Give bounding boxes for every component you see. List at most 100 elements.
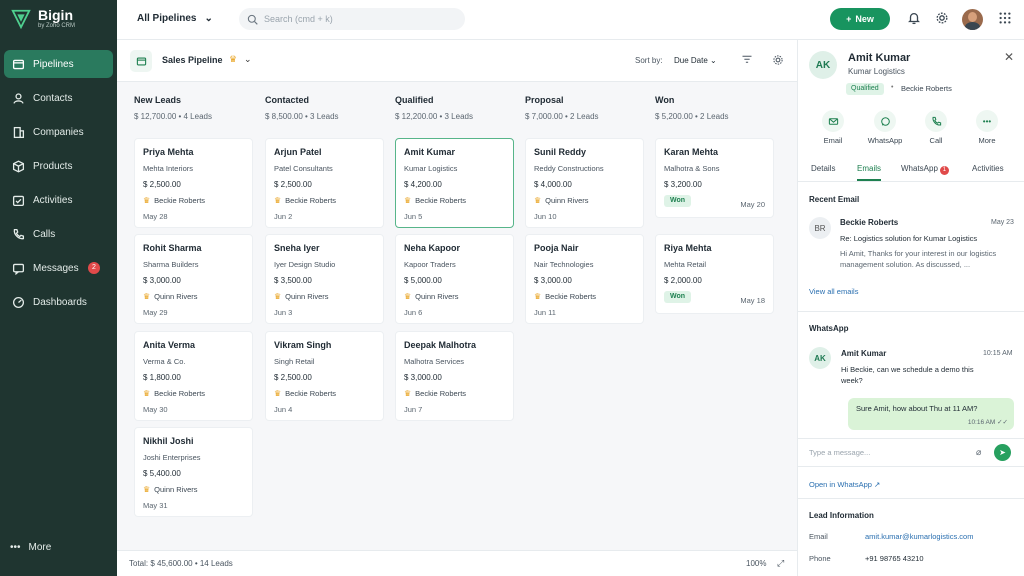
crown-icon: ♛ xyxy=(143,485,151,494)
lead-card[interactable]: Riya Mehta Mehta Retail $ 2,000.00 Won Ma… xyxy=(655,234,774,314)
stage-summary: $ 7,000.00 • 2 Leads xyxy=(525,112,599,121)
sidebar-more[interactable]: ••• More xyxy=(10,542,51,553)
lead-card[interactable]: Rohit Sharma Sharma Builders $ 3,000.00 ♛… xyxy=(134,234,253,324)
call-action-button[interactable]: Call xyxy=(914,110,958,145)
sidebar-item-contacts[interactable]: Contacts xyxy=(4,84,113,112)
lead-card-name: Deepak Malhotra xyxy=(404,340,477,350)
lead-card[interactable]: Arjun Patel Patel Consultants $ 2,500.00… xyxy=(265,138,384,228)
lead-card-name: Priya Mehta xyxy=(143,147,194,157)
sidebar-item-pipelines[interactable]: Pipelines xyxy=(4,50,113,78)
lead-card-amount: $ 5,000.00 xyxy=(404,276,442,285)
more-action-button[interactable]: ••• More xyxy=(965,110,1009,145)
lead-company[interactable]: Kumar Logistics xyxy=(848,67,905,76)
lead-card-company: Sharma Builders xyxy=(143,260,199,269)
divider xyxy=(798,498,1024,499)
sidebar-item-messages[interactable]: Messages 2 xyxy=(4,254,113,282)
view-all-emails-link[interactable]: View all emails xyxy=(809,287,858,296)
lead-card[interactable]: Sneha Iyer Iyer Design Studio $ 3,500.00… xyxy=(265,234,384,324)
lead-card-owner: ♛ Beckie Roberts xyxy=(143,196,205,205)
brand[interactable]: Bigin by Zoho CRM xyxy=(10,8,75,30)
sidebar-item-label: Activities xyxy=(33,194,73,206)
owner-name: Beckie Roberts xyxy=(154,389,206,398)
lead-card[interactable]: Priya Mehta Mehta Interiors $ 2,500.00 ♛ B… xyxy=(134,138,253,228)
message-input[interactable]: Type a message... xyxy=(809,444,989,462)
pipeline-name[interactable]: Sales Pipeline xyxy=(162,55,223,65)
crown-icon: ♛ xyxy=(143,389,151,398)
lead-detail-panel: AK Amit Kumar Kumar Logistics ✕ Qualifie… xyxy=(797,40,1024,576)
messages-badge: 2 xyxy=(88,262,100,274)
expand-icon[interactable]: ⤢ xyxy=(777,558,784,569)
lead-card-name: Pooja Nair xyxy=(534,243,579,253)
sidebar-item-label: Companies xyxy=(33,126,84,138)
lead-card-owner: ♛ Beckie Roberts xyxy=(404,196,466,205)
info-email-key: Email xyxy=(809,532,828,541)
settings-button[interactable] xyxy=(935,11,951,27)
attach-icon[interactable]: ⌀ xyxy=(976,447,981,458)
lead-card-name: Nikhil Joshi xyxy=(143,436,194,446)
new-button[interactable]: + New xyxy=(830,8,890,30)
lead-card-company: Joshi Enterprises xyxy=(143,453,201,462)
chevron-down-icon: ⌄ xyxy=(204,13,213,24)
sidebar-item-companies[interactable]: Companies xyxy=(4,118,113,146)
sidebar-item-activities[interactable]: Activities xyxy=(4,186,113,214)
tab-activities[interactable]: Activities xyxy=(972,164,1004,173)
zoom-level[interactable]: 100% xyxy=(746,559,766,568)
email-action-button[interactable]: Email xyxy=(811,110,855,145)
lead-card-name: Rohit Sharma xyxy=(143,243,202,253)
lead-card[interactable]: Anita Verma Verma & Co. $ 1,800.00 ♛ Becki… xyxy=(134,331,253,421)
lead-card[interactable]: Pooja Nair Nair Technologies $ 3,000.00 ♛… xyxy=(525,234,644,324)
tab-whatsapp[interactable]: WhatsApp 1 xyxy=(901,164,949,175)
whatsapp-sender: Amit Kumar xyxy=(841,349,887,358)
lead-card-company: Malhotra Services xyxy=(404,357,465,366)
board-settings-button[interactable] xyxy=(772,54,784,66)
crown-icon: ♛ xyxy=(143,292,151,301)
lead-card[interactable]: Deepak Malhotra Malhotra Services $ 3,00… xyxy=(395,331,514,421)
sidebar-item-dashboards[interactable]: Dashboards xyxy=(4,288,113,316)
avatar-body xyxy=(965,22,980,30)
lead-card[interactable]: Karan Mehta Malhotra & Sons $ 3,200.00 Wo… xyxy=(655,138,774,218)
products-icon xyxy=(12,159,25,173)
notifications-button[interactable] xyxy=(907,11,923,27)
chevron-down-icon[interactable]: ⌄ xyxy=(244,54,252,65)
bigin-logo-icon xyxy=(11,9,31,30)
lead-card-company: Mehta Interiors xyxy=(143,164,194,173)
lead-card-name: Neha Kapoor xyxy=(404,243,461,253)
tab-emails[interactable]: Emails xyxy=(857,164,882,181)
tab-details[interactable]: Details xyxy=(811,164,835,173)
crown-icon: ♛ xyxy=(534,196,542,205)
pipeline-select[interactable]: All Pipelines ⌄ xyxy=(137,13,213,24)
search-input[interactable]: Search (cmd + k) xyxy=(239,8,465,30)
crown-icon: ♛ xyxy=(534,292,542,301)
lead-card[interactable]: Sunil Reddy Reddy Constructions $ 4,000.… xyxy=(525,138,644,228)
send-icon[interactable]: ➤ xyxy=(994,444,1011,461)
lead-card-amount: $ 1,800.00 xyxy=(143,373,181,382)
new-button-label: New xyxy=(855,14,874,24)
open-whatsapp-link[interactable]: Open in WhatsApp ↗ xyxy=(809,480,880,489)
avatar[interactable] xyxy=(962,9,983,30)
search-icon xyxy=(247,14,258,25)
filter-button[interactable] xyxy=(741,54,753,66)
apps-button[interactable] xyxy=(998,11,1014,27)
sort-label: Sort by: xyxy=(635,56,663,65)
app-sub: by Zoho CRM xyxy=(38,23,76,29)
sidebar-item-products[interactable]: Products xyxy=(4,152,113,180)
info-email-value[interactable]: amit.kumar@kumarlogistics.com xyxy=(865,532,973,541)
lead-card-date: Jun 4 xyxy=(274,405,293,414)
lead-card-company: Kumar Logistics xyxy=(404,164,458,173)
lead-card-date: Jun 11 xyxy=(534,308,556,317)
owner-name: Quinn Rivers xyxy=(285,292,329,301)
lead-card[interactable]: Vikram Singh Singh Retail $ 2,500.00 ♛ Bec… xyxy=(265,331,384,421)
whatsapp-avatar: AK xyxy=(809,347,831,369)
sidebar-item-calls[interactable]: Calls xyxy=(4,220,113,248)
footer-total: Total: $ 45,600.00 • 14 Leads xyxy=(129,559,233,568)
lead-card[interactable]: Neha Kapoor Kapoor Traders $ 5,000.00 ♛ Qu… xyxy=(395,234,514,324)
sort-select[interactable]: Due Date ⌄ xyxy=(674,56,717,65)
lead-card[interactable]: Amit Kumar Kumar Logistics $ 4,200.00 ♛ Be… xyxy=(395,138,514,228)
pipeline-board: Sales Pipeline ♛ ⌄ Sort by: Due Date ⌄ N… xyxy=(117,40,797,576)
pipeline-icon xyxy=(130,50,152,72)
whatsapp-action-button[interactable]: WhatsApp xyxy=(863,110,907,145)
lead-card[interactable]: Nikhil Joshi Joshi Enterprises $ 5,400.0… xyxy=(134,427,253,517)
email-subject[interactable]: Re: Logistics solution for Kumar Logisti… xyxy=(840,234,977,243)
lead-card-date: Jun 7 xyxy=(404,405,423,414)
close-icon[interactable]: ✕ xyxy=(1004,50,1014,64)
